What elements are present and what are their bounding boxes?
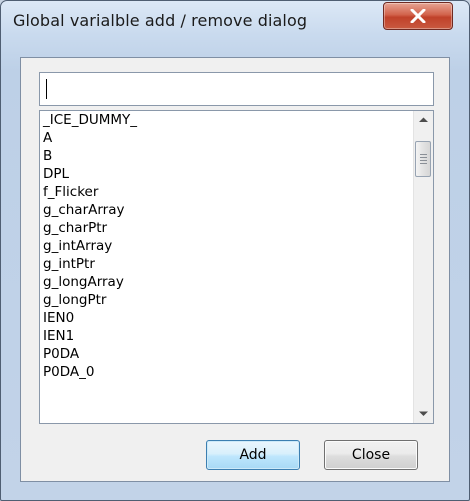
list-item[interactable]: P0DA [40,345,414,363]
list-item[interactable]: f_Flicker [40,183,414,201]
list-item[interactable]: IEN0 [40,309,414,327]
vertical-scrollbar[interactable] [413,111,433,423]
list-item[interactable]: g_intPtr [40,255,414,273]
list-item[interactable]: B [40,147,414,165]
list-item[interactable]: g_longArray [40,273,414,291]
list-item[interactable]: _ICE_DUMMY_ [40,111,414,129]
thumb-grip-line [420,157,427,158]
list-item[interactable]: g_intArray [40,237,414,255]
list-item[interactable]: IEN1 [40,327,414,345]
thumb-grip-line [420,154,427,155]
variable-listbox[interactable]: _ICE_DUMMY_ A B DPL f_Flicker g_charArray g_ch… [39,110,434,424]
dialog-window: Global varialble add / remove dialog _IC… [0,0,470,501]
list-item[interactable]: DPL [40,165,414,183]
list-item[interactable]: P0DA_0 [40,363,414,381]
window-title: Global varialble add / remove dialog [13,11,308,30]
list-item[interactable]: g_charPtr [40,219,414,237]
variable-name-input[interactable] [39,72,434,106]
chevron-up-icon [419,117,428,122]
scroll-down-button[interactable] [414,405,433,423]
window-close-button[interactable] [383,2,453,30]
chevron-down-icon [419,411,428,416]
dialog-body: _ICE_DUMMY_ A B DPL f_Flicker g_charArray g_ch… [20,57,450,482]
close-icon [410,9,426,23]
text-cursor [46,79,47,99]
list-item[interactable]: g_charArray [40,201,414,219]
thumb-grip-line [420,160,427,161]
list-item[interactable]: A [40,129,414,147]
close-button[interactable]: Close [324,440,418,470]
scrollbar-thumb[interactable] [415,141,431,177]
add-button[interactable]: Add [206,440,300,470]
thumb-grip-line [420,163,427,164]
scroll-up-button[interactable] [414,111,433,129]
list-item[interactable]: g_longPtr [40,291,414,309]
variable-list[interactable]: _ICE_DUMMY_ A B DPL f_Flicker g_charArray g_ch… [40,111,414,423]
